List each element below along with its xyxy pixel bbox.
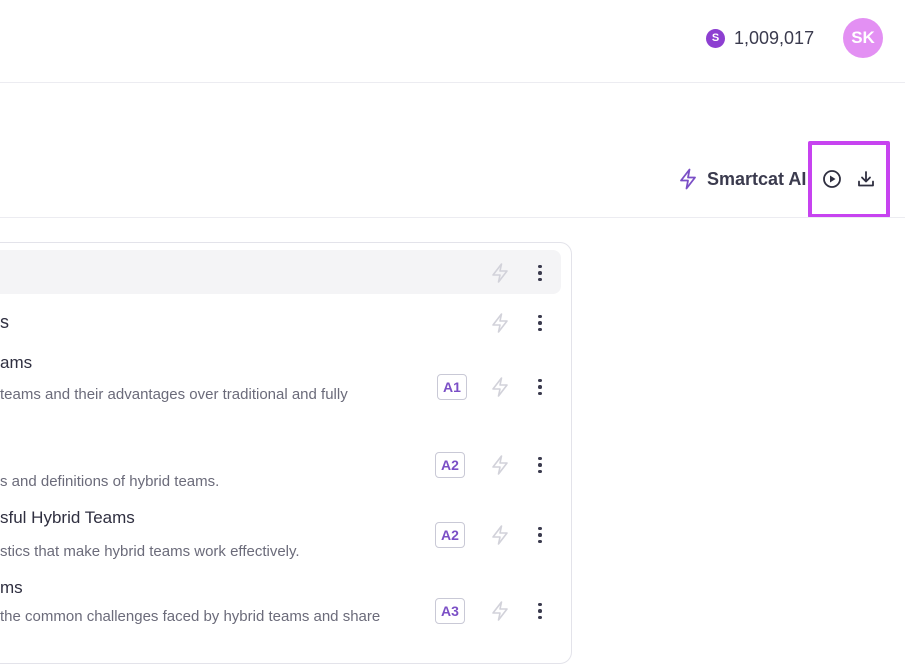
ai-lightning-icon[interactable] bbox=[489, 312, 511, 334]
ai-lightning-icon[interactable] bbox=[489, 600, 511, 622]
outline-row-title: ams bbox=[0, 353, 33, 372]
outline-row-title: s bbox=[0, 312, 9, 332]
outline-row-title: sful Hybrid Teams bbox=[0, 508, 135, 527]
more-options-icon[interactable] bbox=[530, 262, 550, 284]
outline-row-selected[interactable] bbox=[0, 250, 561, 294]
more-options-icon[interactable] bbox=[530, 376, 550, 398]
ai-lightning-icon[interactable] bbox=[489, 376, 511, 398]
ai-lightning-icon[interactable] bbox=[489, 262, 511, 284]
level-badge: A3 bbox=[435, 598, 465, 624]
smartcat-ai-label: Smartcat AI bbox=[707, 168, 807, 189]
smartcat-ai-button[interactable]: Smartcat AI bbox=[678, 168, 806, 190]
more-options-icon[interactable] bbox=[530, 454, 550, 476]
outline-row-description: the common challenges faced by hybrid te… bbox=[0, 608, 381, 625]
outline-panel bbox=[0, 242, 572, 664]
highlight-frame bbox=[808, 141, 890, 218]
more-options-icon[interactable] bbox=[530, 312, 550, 334]
ai-lightning-icon[interactable] bbox=[489, 524, 511, 546]
more-options-icon[interactable] bbox=[530, 600, 550, 622]
more-options-icon[interactable] bbox=[530, 524, 550, 546]
level-badge: A2 bbox=[435, 452, 465, 478]
outline-row-description: teams and their advantages over traditio… bbox=[0, 386, 348, 403]
credits-balance[interactable]: S 1,009,017 bbox=[706, 28, 814, 48]
user-avatar[interactable]: SK bbox=[843, 18, 883, 58]
outline-row-description: s and definitions of hybrid teams. bbox=[0, 473, 220, 490]
credit-amount: 1,009,017 bbox=[734, 27, 815, 48]
lightning-icon bbox=[680, 168, 696, 190]
outline-row-title: ms bbox=[0, 578, 23, 597]
outline-row-description: stics that make hybrid teams work effect… bbox=[0, 543, 300, 560]
toolbar-divider bbox=[0, 217, 905, 218]
credit-coin-icon: S bbox=[706, 28, 725, 48]
top-bar: S 1,009,017 SK bbox=[0, 0, 905, 83]
level-badge: A2 bbox=[435, 522, 465, 548]
ai-lightning-icon[interactable] bbox=[489, 454, 511, 476]
level-badge: A1 bbox=[437, 374, 467, 400]
